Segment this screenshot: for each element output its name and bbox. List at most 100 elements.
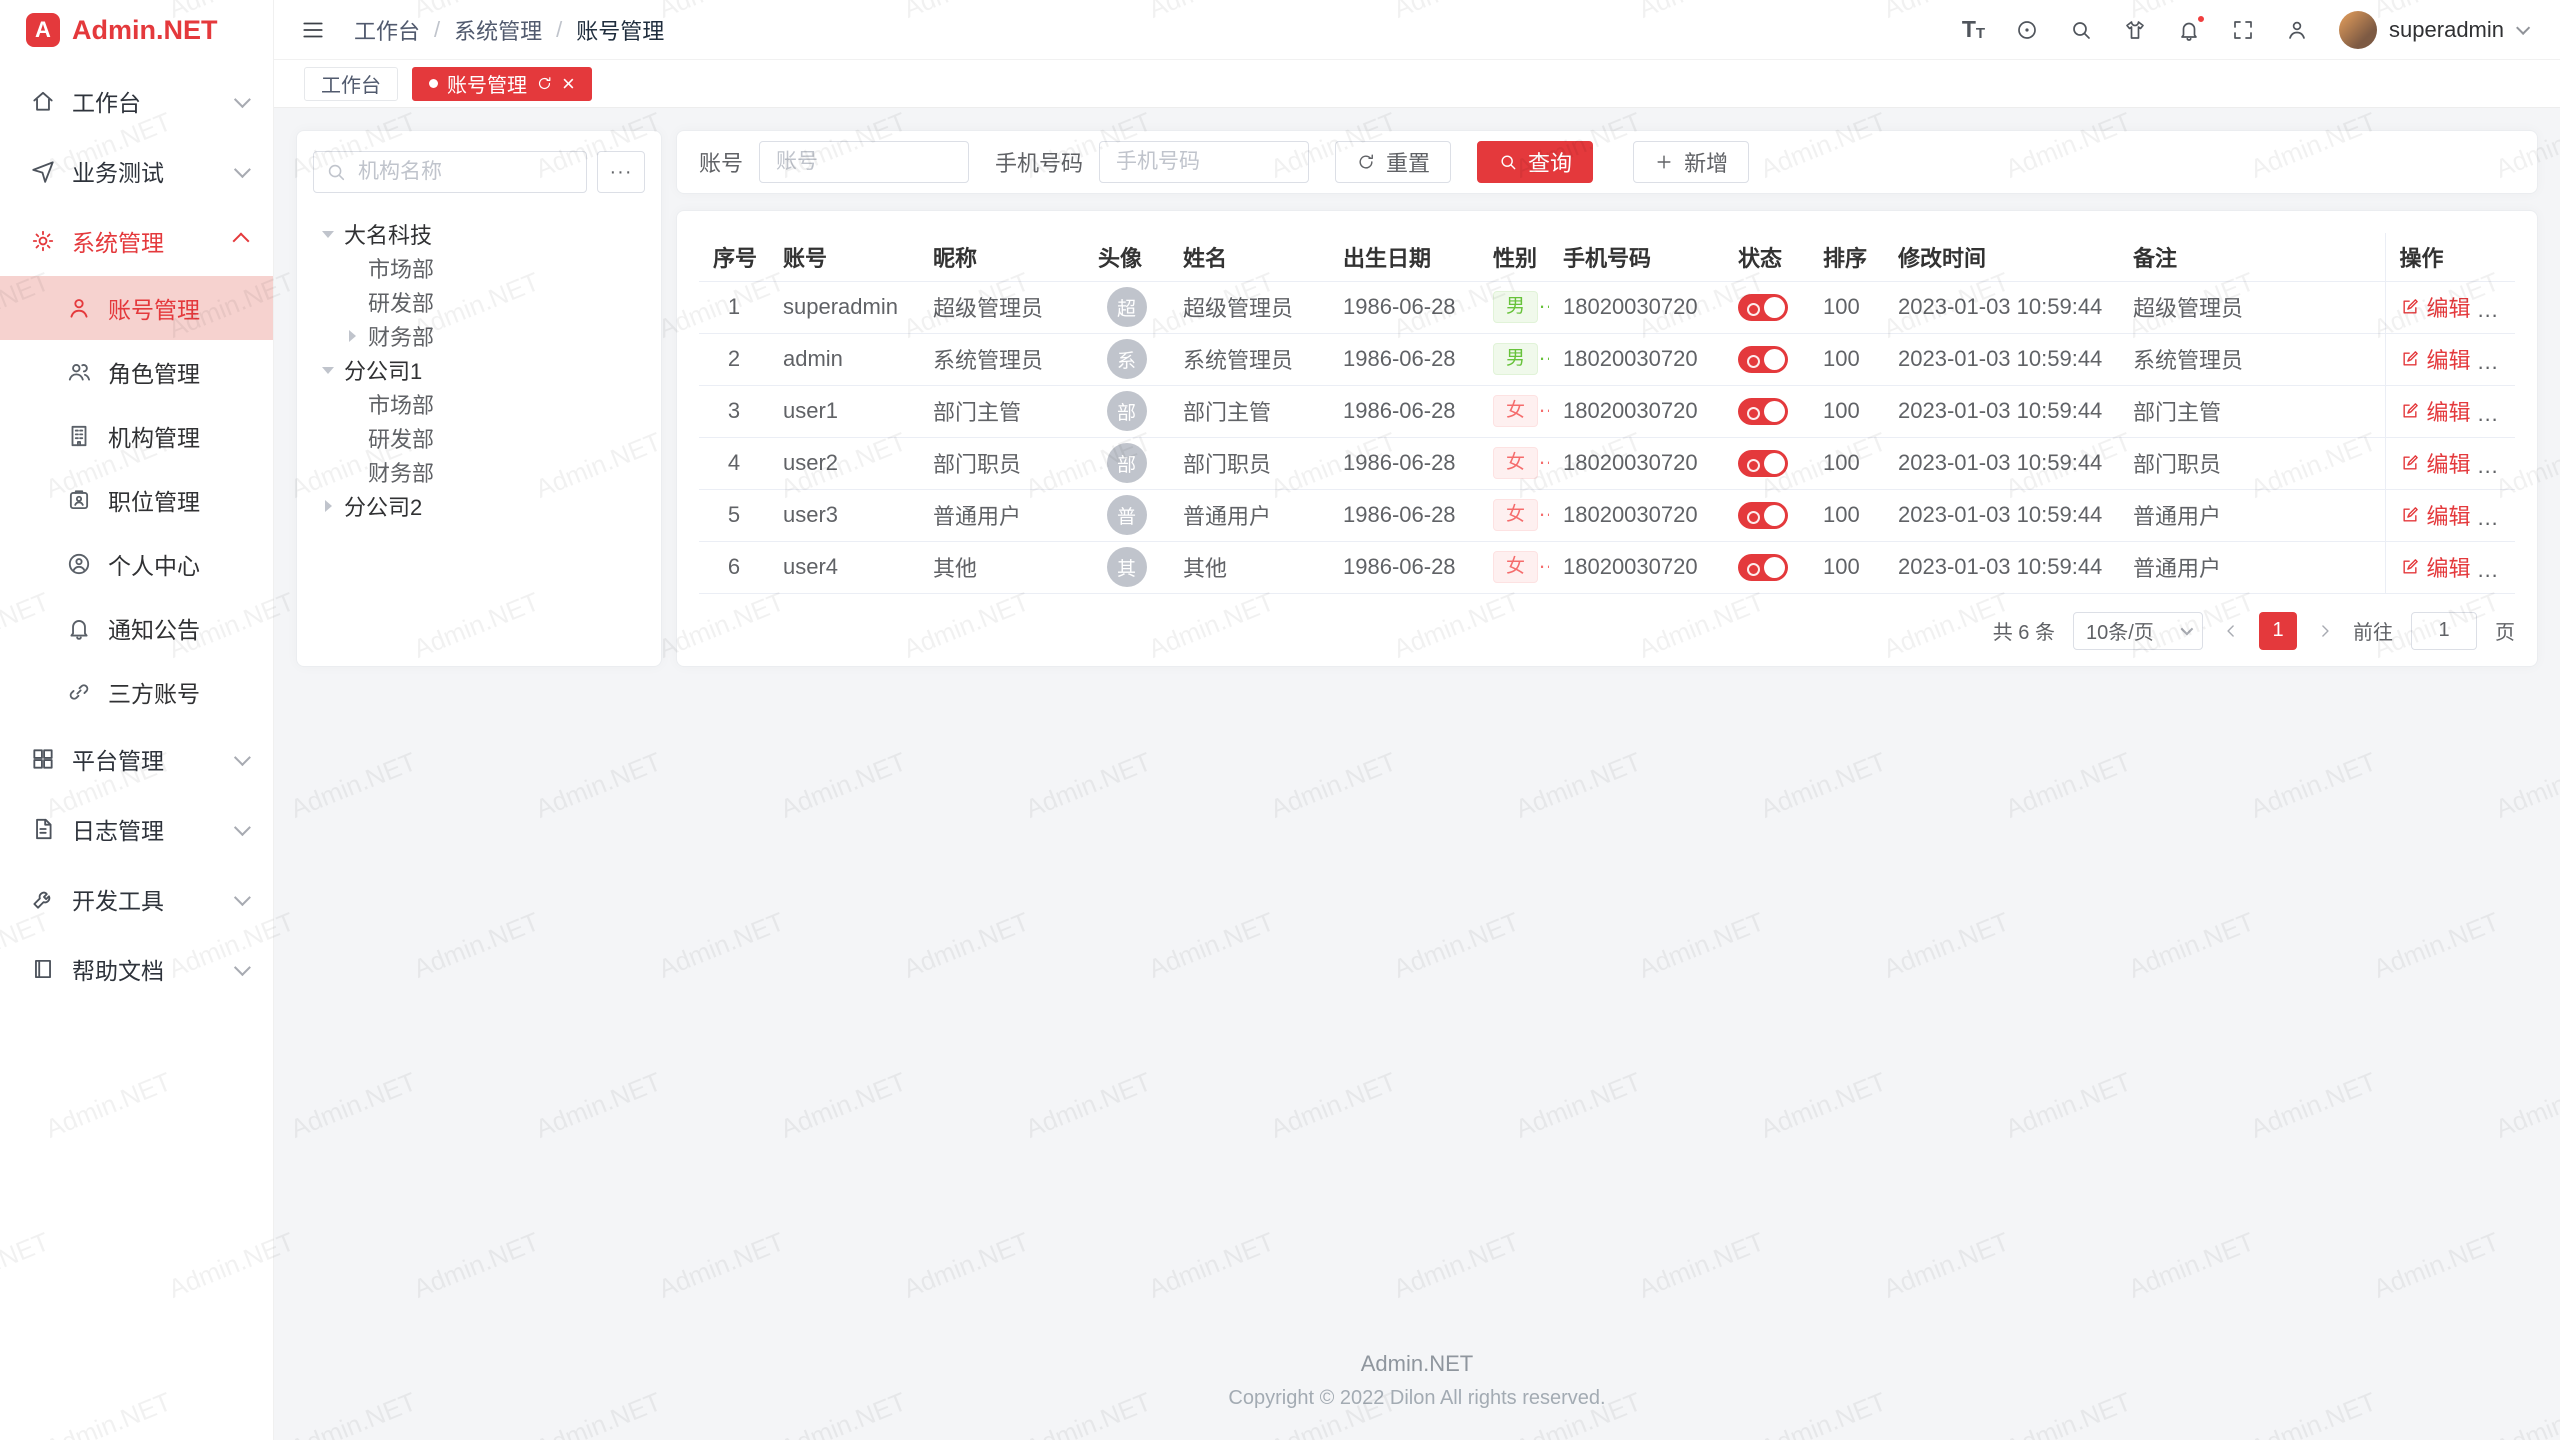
row-more-button[interactable]: ··· <box>2493 557 2515 582</box>
sidebar-item-account-management[interactable]: 账号管理 <box>0 276 273 340</box>
sidebar-item-position-management[interactable]: 职位管理 <box>0 468 273 532</box>
tree-node[interactable]: 市场部 <box>313 387 645 421</box>
status-toggle[interactable] <box>1738 450 1788 477</box>
edit-button[interactable]: 编辑 <box>2400 395 2471 427</box>
tree-node[interactable]: 研发部 <box>313 285 645 319</box>
edit-button[interactable]: 编辑 <box>2400 343 2471 375</box>
edit-button[interactable]: 编辑 <box>2400 551 2471 583</box>
tree-node[interactable]: 研发部 <box>313 421 645 455</box>
tree-caret-icon[interactable] <box>345 431 359 445</box>
phone-input[interactable] <box>1099 141 1309 183</box>
row-more-button[interactable]: ··· <box>2493 453 2515 478</box>
breadcrumb-item[interactable]: 工作台 <box>354 14 420 46</box>
tree-node[interactable]: 大名科技 <box>313 217 645 251</box>
column-header: 姓名 <box>1169 233 1329 281</box>
font-size-icon[interactable]: TT <box>1962 18 1985 41</box>
edit-button[interactable]: 编辑 <box>2400 499 2471 531</box>
page-size-select[interactable]: 10条/页 <box>2073 612 2203 650</box>
row-more-button[interactable]: ··· <box>2493 297 2515 322</box>
profile-icon[interactable] <box>2285 18 2309 42</box>
chevron-down-icon <box>234 819 251 836</box>
notification-bell-icon[interactable] <box>2177 18 2201 42</box>
table-row: 4 user2 部门职员 部 部门职员 1986-06-28 女 1802003… <box>699 437 2515 489</box>
user-menu[interactable]: superadmin <box>2339 11 2526 49</box>
edit-button[interactable]: 编辑 <box>2400 291 2471 323</box>
sidebar-item-workbench[interactable]: 工作台 <box>0 66 273 136</box>
tree-node[interactable]: 分公司1 <box>313 353 645 387</box>
account-input[interactable] <box>759 141 969 183</box>
grid-icon <box>30 746 56 772</box>
tree-node[interactable]: 分公司2 <box>313 489 645 523</box>
sidebar-item-label: 平台管理 <box>72 742 164 776</box>
phone-field-label: 手机号码 <box>995 146 1083 178</box>
sidebar-item-log-management[interactable]: 日志管理 <box>0 794 273 864</box>
sidebar-item-platform-management[interactable]: 平台管理 <box>0 724 273 794</box>
page-number-button[interactable]: 1 <box>2259 612 2297 650</box>
sidebar-item-third-party-account[interactable]: 三方账号 <box>0 660 273 724</box>
account-section: 账号 手机号码 重置 查询 <box>676 130 2538 667</box>
tree-caret-icon[interactable] <box>345 295 359 309</box>
circle-dot-icon[interactable] <box>2015 18 2039 42</box>
status-cell <box>1724 489 1809 541</box>
row-more-button[interactable]: ··· <box>2493 505 2515 530</box>
row-more-button[interactable]: ··· <box>2493 349 2515 374</box>
theme-icon[interactable] <box>2123 18 2147 42</box>
brand-name: Admin.NET <box>72 15 218 46</box>
tree-node-label: 市场部 <box>368 252 434 284</box>
gender-badge: 女 <box>1493 395 1538 428</box>
tree-caret-icon[interactable] <box>345 329 359 343</box>
prev-page-button[interactable] <box>2221 621 2241 641</box>
sidebar-item-dev-tools[interactable]: 开发工具 <box>0 864 273 934</box>
status-toggle[interactable] <box>1738 346 1788 373</box>
building-icon <box>66 423 92 449</box>
account-cell: user2 <box>769 437 919 489</box>
close-icon[interactable]: × <box>562 73 575 95</box>
status-toggle[interactable] <box>1738 554 1788 581</box>
tree-caret-icon[interactable] <box>345 465 359 479</box>
search-icon[interactable] <box>2069 18 2093 42</box>
avatar-cell: 超 <box>1084 281 1169 333</box>
add-button[interactable]: 新增 <box>1633 141 1749 183</box>
sidebar-item-org-management[interactable]: 机构管理 <box>0 404 273 468</box>
tree-caret-icon[interactable] <box>345 261 359 275</box>
query-button[interactable]: 查询 <box>1477 141 1593 183</box>
tree-caret-icon[interactable] <box>321 499 335 513</box>
sidebar-item-business-test[interactable]: 业务测试 <box>0 136 273 206</box>
status-toggle[interactable] <box>1738 502 1788 529</box>
table-row: 1 superadmin 超级管理员 超 超级管理员 1986-06-28 男 … <box>699 281 2515 333</box>
tree-caret-icon[interactable] <box>321 363 335 377</box>
table-row: 2 admin 系统管理员 系 系统管理员 1986-06-28 男 18020… <box>699 333 2515 385</box>
breadcrumb-item[interactable]: 系统管理 <box>454 14 542 46</box>
refresh-icon[interactable] <box>536 75 553 92</box>
reset-button[interactable]: 重置 <box>1335 141 1451 183</box>
next-page-button[interactable] <box>2315 621 2335 641</box>
tree-caret-icon[interactable] <box>345 397 359 411</box>
tree-node[interactable]: 财务部 <box>313 455 645 489</box>
collapse-menu-icon[interactable] <box>300 17 326 43</box>
sidebar-item-notice[interactable]: 通知公告 <box>0 596 273 660</box>
goto-page-input[interactable] <box>2411 612 2477 650</box>
sidebar-item-system-management[interactable]: 系统管理 <box>0 206 273 276</box>
status-toggle[interactable] <box>1738 398 1788 425</box>
sidebar-item-personal-center[interactable]: 个人中心 <box>0 532 273 596</box>
sidebar-item-help-docs[interactable]: 帮助文档 <box>0 934 273 1004</box>
tab-account-management[interactable]: 账号管理 × <box>412 67 592 101</box>
fullscreen-icon[interactable] <box>2231 18 2255 42</box>
sidebar-item-role-management[interactable]: 角色管理 <box>0 340 273 404</box>
table-row: 3 user1 部门主管 部 部门主管 1986-06-28 女 1802003… <box>699 385 2515 437</box>
edit-button[interactable]: 编辑 <box>2400 447 2471 479</box>
gender-cell: 女 <box>1479 489 1549 541</box>
column-header: 操作 <box>2385 233 2515 281</box>
avatar-cell: 部 <box>1084 385 1169 437</box>
account-cell: superadmin <box>769 281 919 333</box>
status-toggle[interactable] <box>1738 294 1788 321</box>
tree-node[interactable]: 市场部 <box>313 251 645 285</box>
modified-time-cell: 2023-01-03 10:59:44 <box>1884 333 2119 385</box>
org-search-input[interactable] <box>313 151 587 193</box>
row-more-button[interactable]: ··· <box>2493 401 2515 426</box>
tab-workbench[interactable]: 工作台 <box>304 67 398 101</box>
order-cell: 100 <box>1809 385 1884 437</box>
tree-node[interactable]: 财务部 <box>313 319 645 353</box>
tree-caret-icon[interactable] <box>321 227 335 241</box>
org-more-button[interactable]: ··· <box>597 151 645 193</box>
